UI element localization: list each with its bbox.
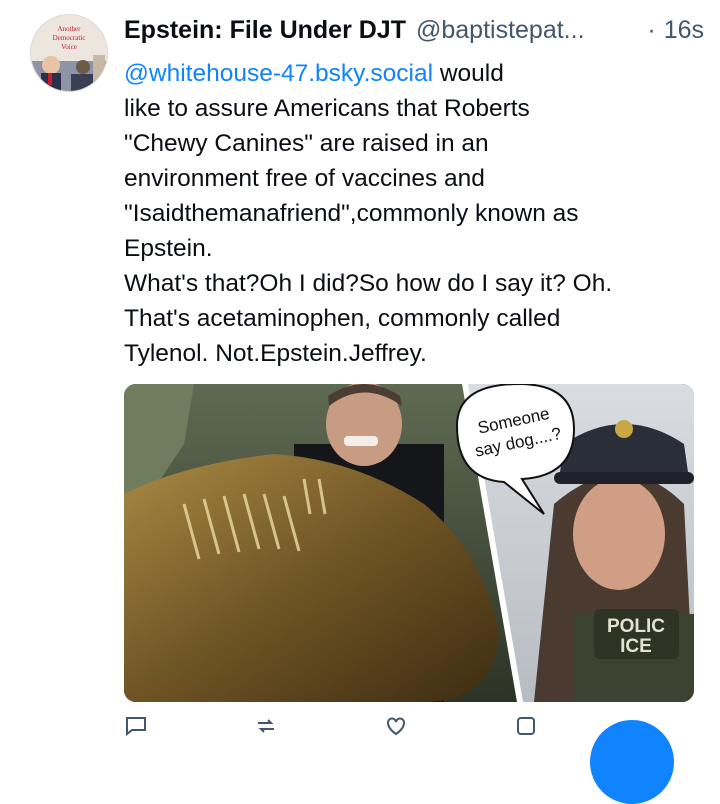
post-text-line: Tylenol. Not.Epstein.Jeffrey.: [124, 340, 427, 367]
avatar-image: Another Democratic Voice: [31, 15, 107, 91]
post-text-line: "Chewy Canines" are raised in an: [124, 130, 489, 157]
repost-icon: [258, 719, 274, 733]
post[interactable]: Another Democratic Voice Epstein: File U…: [0, 0, 720, 804]
post-text-line: environment free of vaccines and: [124, 165, 485, 192]
avatar[interactable]: Another Democratic Voice: [30, 14, 108, 92]
post-header: Epstein: File Under DJT @baptistepat... …: [124, 16, 704, 52]
post-text-line: What's that?Oh I did?So how do I say it?…: [124, 270, 613, 297]
more-icon: [517, 717, 535, 735]
author-name[interactable]: Epstein: File Under DJT: [124, 16, 406, 45]
author-handle[interactable]: @baptistepat...: [416, 16, 641, 45]
post-text-line: That's acetaminophen, commonly called: [124, 305, 561, 332]
like-button[interactable]: [384, 716, 514, 736]
badge-line: POLIC: [607, 616, 665, 637]
post-image[interactable]: Someone say dog....? POLIC ICE: [124, 384, 694, 702]
reply-button[interactable]: [124, 716, 254, 737]
separator: ·: [647, 16, 656, 44]
like-icon: [387, 717, 405, 736]
meme-image: Someone say dog....? POLIC ICE: [124, 384, 694, 702]
mention-link[interactable]: @whitehouse-47.bsky.social: [124, 60, 433, 87]
post-timestamp[interactable]: 16s: [664, 16, 704, 45]
post-text: @whitehouse-47.bsky.social would like to…: [124, 56, 704, 371]
badge-line: ICE: [620, 636, 652, 657]
compose-button[interactable]: [590, 720, 674, 804]
post-text-line: Epstein.: [124, 235, 213, 262]
avatar-text: Another: [58, 25, 82, 33]
svg-text:Voice: Voice: [61, 43, 77, 51]
repost-button[interactable]: [254, 716, 384, 736]
post-text-line: @whitehouse-47.bsky.social would: [124, 60, 504, 87]
post-text-line: like to assure Americans that Roberts: [124, 95, 530, 122]
post-text-line: "Isaidthemanafriend",commonly known as: [124, 200, 579, 227]
reply-icon: [126, 717, 146, 737]
svg-text:Democratic: Democratic: [53, 34, 86, 42]
